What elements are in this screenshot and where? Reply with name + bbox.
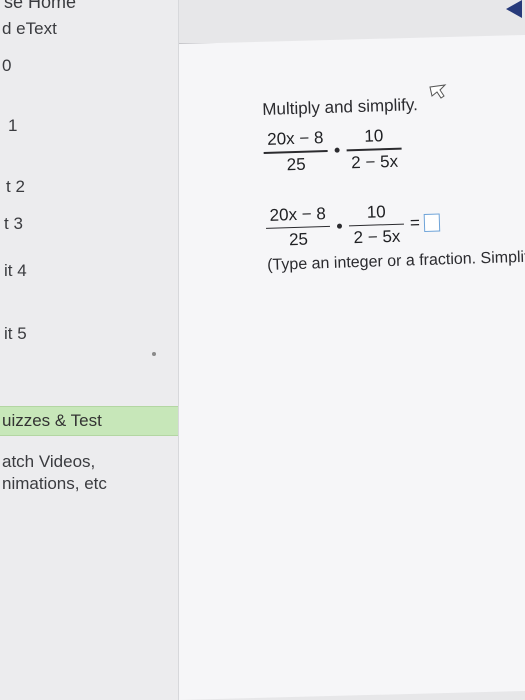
fraction-1-numerator: 20x − 8 xyxy=(269,203,327,225)
multiply-dot-icon xyxy=(337,223,343,229)
answer-input[interactable] xyxy=(423,213,441,233)
collapse-arrow-icon[interactable] xyxy=(506,0,522,18)
fraction-2-denominator: 2 − 5x xyxy=(353,226,401,248)
sidebar-item-etext[interactable]: d eText xyxy=(2,19,57,39)
sidebar-item-animations[interactable]: nimations, etc xyxy=(2,474,107,494)
fraction-2-denominator: 2 − 5x xyxy=(350,151,399,172)
sidebar-item-label: uizzes & Test xyxy=(2,411,102,430)
multiply-dot-icon xyxy=(334,147,340,153)
sidebar-item-videos[interactable]: atch Videos, xyxy=(2,452,95,472)
bullet-dot xyxy=(152,352,156,356)
sidebar-item-course-home[interactable]: se Home xyxy=(4,0,76,13)
answer-row: 20x − 8 25 10 2 − 5x = xyxy=(265,194,525,251)
fraction-1: 20x − 8 25 xyxy=(263,128,329,175)
fraction-2: 10 2 − 5x xyxy=(349,201,405,248)
sidebar-item-unit-3[interactable]: t 3 xyxy=(4,214,23,234)
sidebar-item-quizzes[interactable]: uizzes & Test xyxy=(0,406,178,436)
sidebar-item-unit-2[interactable]: t 2 xyxy=(6,177,25,197)
fraction-bar xyxy=(349,223,405,227)
fraction-1-denominator: 25 xyxy=(286,154,306,174)
sidebar: se Home d eText 0 1 t 2 t 3 it 4 it 5 ui… xyxy=(0,0,179,700)
fraction-1-denominator: 25 xyxy=(288,229,309,250)
fraction-1: 20x − 8 25 xyxy=(265,203,331,250)
fraction-bar xyxy=(263,149,328,154)
expression-display: 20x − 8 25 10 2 − 5x xyxy=(263,118,525,175)
fraction-bar xyxy=(266,225,331,229)
fraction-2-numerator: 10 xyxy=(366,201,386,222)
equals-sign: = xyxy=(409,213,421,233)
sidebar-item-chapter-0[interactable]: 0 xyxy=(2,56,11,76)
question-body: Multiply and simplify. 20x − 8 25 10 2 −… xyxy=(262,88,525,275)
sidebar-item-unit-4[interactable]: it 4 xyxy=(4,261,27,281)
fraction-1-numerator: 20x − 8 xyxy=(266,128,324,149)
fraction-2: 10 2 − 5x xyxy=(346,126,402,173)
sidebar-item-unit-5[interactable]: it 5 xyxy=(4,324,27,344)
sidebar-item-chapter-1[interactable]: 1 xyxy=(8,116,17,136)
fraction-2-numerator: 10 xyxy=(364,126,384,146)
